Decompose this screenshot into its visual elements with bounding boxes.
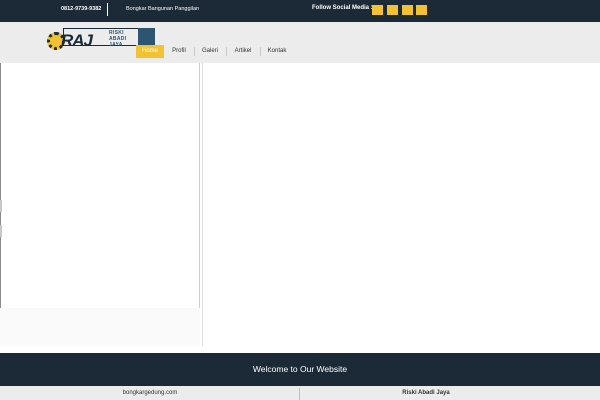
main-panel bbox=[202, 63, 600, 346]
nav-profil[interactable]: Profil bbox=[168, 45, 190, 58]
edge-marker bbox=[0, 225, 2, 237]
nav-kontak[interactable]: Kontak bbox=[264, 45, 290, 58]
social-icon-3[interactable] bbox=[402, 5, 413, 15]
sidebar-footer-strip bbox=[0, 308, 200, 346]
main-content bbox=[0, 63, 600, 353]
nav-galeri[interactable]: Galeri bbox=[198, 45, 222, 58]
welcome-banner: Welcome to Our Website bbox=[0, 353, 600, 386]
top-bar: 0812-9739-9382 Bongkar Bangunan Panggila… bbox=[0, 0, 600, 22]
footer-site-link[interactable]: bongkargedung.com bbox=[0, 390, 300, 396]
phone-number[interactable]: 0812-9739-9382 bbox=[61, 6, 101, 12]
site-footer: bongkargedung.com Riski Abadi Jaya bbox=[0, 386, 600, 400]
nav-home[interactable]: Home bbox=[136, 45, 164, 58]
social-icon-1[interactable] bbox=[372, 5, 383, 15]
nav-artikel[interactable]: Artikel bbox=[230, 45, 256, 58]
nav-divider bbox=[260, 47, 261, 56]
nav-divider bbox=[194, 47, 195, 56]
logo-accent-block bbox=[138, 28, 155, 46]
follow-social-label: Follow Social Media : bbox=[312, 5, 373, 11]
topbar-divider bbox=[107, 3, 108, 16]
footer-company: Riski Abadi Jaya bbox=[402, 390, 450, 396]
social-icon-4[interactable] bbox=[416, 5, 427, 15]
sidebar-panel bbox=[0, 63, 200, 308]
nav-divider bbox=[226, 47, 227, 56]
welcome-text: Welcome to Our Website bbox=[252, 364, 348, 374]
social-icon-2[interactable] bbox=[387, 5, 398, 15]
tagline: Bongkar Bangunan Panggilan bbox=[126, 6, 200, 12]
logo-line-3: JAYA bbox=[109, 42, 123, 48]
edge-marker bbox=[0, 200, 2, 212]
logo-mark: RAJ bbox=[61, 31, 93, 50]
site-header: RAJ RISKI ABADI JAYA Home Profil Galeri … bbox=[0, 22, 600, 63]
